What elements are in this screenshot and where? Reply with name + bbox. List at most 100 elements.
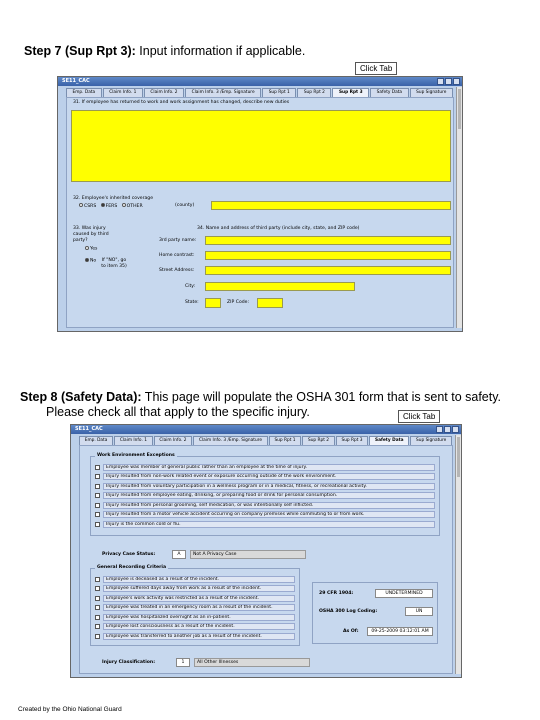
work-env-text: Injury resulted from employee eating, dr… [103,492,435,499]
work-env-text: Injury resulted from personal grooming, … [103,501,435,509]
tab-safety-data[interactable]: Safety Data [369,436,410,445]
coverage-options: CSRS FERS OTHER [79,203,143,210]
step7-callout: Click Tab [355,62,398,75]
tab-sup-rpt-1[interactable]: Sup Rpt 1 [262,88,297,97]
recording-text: Employee's work activity was restricted … [103,594,295,602]
form-tabs: Emp. Data Claim Info. 1 Claim Info. 2 Claim… [79,436,453,445]
zip-input[interactable] [257,298,283,308]
tab-sup-signature[interactable]: Sup Signature [410,436,453,445]
injury-class-code[interactable]: 1 [176,658,190,667]
window-controls [436,426,459,433]
minimize-icon[interactable] [437,78,444,85]
tab-sup-rpt-2[interactable]: Sup Rpt 2 [297,88,332,97]
osha-value: UN [405,607,433,616]
recording-checkbox[interactable] [95,624,100,629]
maximize-icon[interactable] [445,78,452,85]
vertical-scrollbar[interactable] [456,87,462,328]
work-env-text: Injury resulted from voluntary participa… [103,482,435,490]
sup-rpt3-screenshot: SE11_CAC Emp. Data Claim Info. 1 Claim Inf… [57,76,463,332]
injury-class-label: Injury Classification: [102,660,156,665]
tab-emp-data[interactable]: Emp. Data [79,436,114,445]
recording-text: Employee lost consciousness as a result … [103,623,295,630]
tab-sup-rpt-1[interactable]: Sup Rpt 1 [268,436,302,445]
privacy-label: Privacy Case Status: [102,552,156,557]
tab-emp-data[interactable]: Emp. Data [66,88,102,97]
tab-safety-data[interactable]: Safety Data [370,88,409,97]
work-env-row: Injury resulted from voluntary participa… [95,482,435,490]
recording-checkbox[interactable] [95,576,100,582]
third-party-name-input[interactable] [205,236,451,245]
privacy-value: Not A Privacy Case [190,550,306,559]
recording-text: Employee was treated in an emergency roo… [103,604,295,611]
work-env-checkbox[interactable] [95,493,100,498]
work-env-row: Employee was member of general public ra… [95,463,435,471]
close-icon[interactable] [452,426,459,433]
recording-checkbox[interactable] [95,586,100,591]
recording-checkbox[interactable] [95,633,100,639]
window-titlebar: SE11_CAC [58,77,462,86]
tab-sup-rpt-2[interactable]: Sup Rpt 2 [302,436,335,445]
work-env-row: Injury resulted from personal grooming, … [95,501,435,509]
q32-label: 32. Employee's inherited coverage [73,196,154,201]
q31-label: 31. If employee has returned to work and… [73,100,290,105]
work-env-checkbox[interactable] [95,474,100,479]
recording-row: Employee was treated in an emergency roo… [95,604,295,612]
tab-claim-info-3-emp-signature[interactable]: Claim Info. 3 /Emp. Signature [193,436,268,445]
form-panel: 31. If employee has returned to work and… [66,97,454,328]
maximize-icon[interactable] [444,426,451,433]
tab-sup-signature[interactable]: Sup Signature [409,88,453,97]
recording-text: Employee is deceased as a result of the … [103,575,295,583]
privacy-code[interactable]: A [172,550,186,559]
work-env-checkbox[interactable] [95,502,100,508]
recording-row: Employee was transferred to another job … [95,632,295,640]
step8-line2: Please check all that apply to the speci… [46,405,310,419]
tab-claim-info-2[interactable]: Claim Info. 2 [143,88,185,97]
q33-no[interactable]: No [85,258,96,265]
tab-sup-rpt-3[interactable]: Sup Rpt 3 [332,88,370,97]
step8-label: Step 8 (Safety Data): [20,390,142,404]
work-env-row: Injury resulted from non-work related ev… [95,473,435,481]
step8-text: This page will populate the OSHA 301 for… [141,390,502,404]
work-environment-group: Work Environment Exceptions Employee was… [90,453,440,536]
work-env-checkbox[interactable] [95,512,100,517]
close-icon[interactable] [453,78,460,85]
tab-claim-info-1[interactable]: Claim Info. 1 [114,436,153,445]
work-environment-title: Work Environment Exceptions [95,453,177,458]
vertical-scrollbar[interactable] [455,435,461,674]
radio-csrs[interactable]: CSRS [79,203,96,209]
recording-checkbox[interactable] [95,614,100,620]
home-contrast-input[interactable] [205,251,451,260]
third-party-name-label: 3rd party name: [159,238,197,243]
county-input[interactable] [211,201,451,210]
work-env-checkbox[interactable] [95,464,100,470]
city-input[interactable] [205,282,355,291]
minimize-icon[interactable] [436,426,443,433]
q33-label: 33. Was injury caused by third party? [73,226,109,243]
recording-criteria-group: General Recording Criteria Employee is d… [90,565,300,646]
q33-yes[interactable]: Yes [85,246,97,253]
recording-checkbox[interactable] [95,595,100,601]
footer-credit: Created by the Ohio National Guard [18,706,122,713]
state-input[interactable] [205,298,221,308]
tab-claim-info-3-emp-signature[interactable]: Claim Info. 3 /Emp. Signature [185,88,262,97]
new-duties-textarea[interactable] [71,110,451,182]
work-env-row: Injury resulted from a motor vehicle acc… [95,511,435,519]
work-env-text: Injury is the common cold or flu. [103,520,435,528]
recording-row: Employee lost consciousness as a result … [95,623,295,631]
street-address-input[interactable] [205,266,451,275]
tab-claim-info-2[interactable]: Claim Info. 2 [153,436,193,445]
step7-heading: Step 7 (Sup Rpt 3): Input information if… [24,44,305,59]
tab-claim-info-1[interactable]: Claim Info. 1 [102,88,143,97]
work-env-checkbox[interactable] [95,483,100,489]
radio-fers[interactable]: FERS [100,203,117,209]
work-env-row: Injury resulted from employee eating, dr… [95,492,435,500]
recording-checkbox[interactable] [95,605,100,610]
recording-row: Employee is deceased as a result of the … [95,575,295,583]
step8-heading: Step 8 (Safety Data): This page will pop… [20,390,501,405]
recording-criteria-title: General Recording Criteria [95,565,169,570]
form-panel: Work Environment Exceptions Employee was… [79,445,453,674]
work-env-checkbox[interactable] [95,521,100,527]
tab-sup-rpt-3[interactable]: Sup Rpt 3 [335,436,369,445]
state-label: State: [185,300,199,305]
radio-other[interactable]: OTHER [121,203,143,209]
